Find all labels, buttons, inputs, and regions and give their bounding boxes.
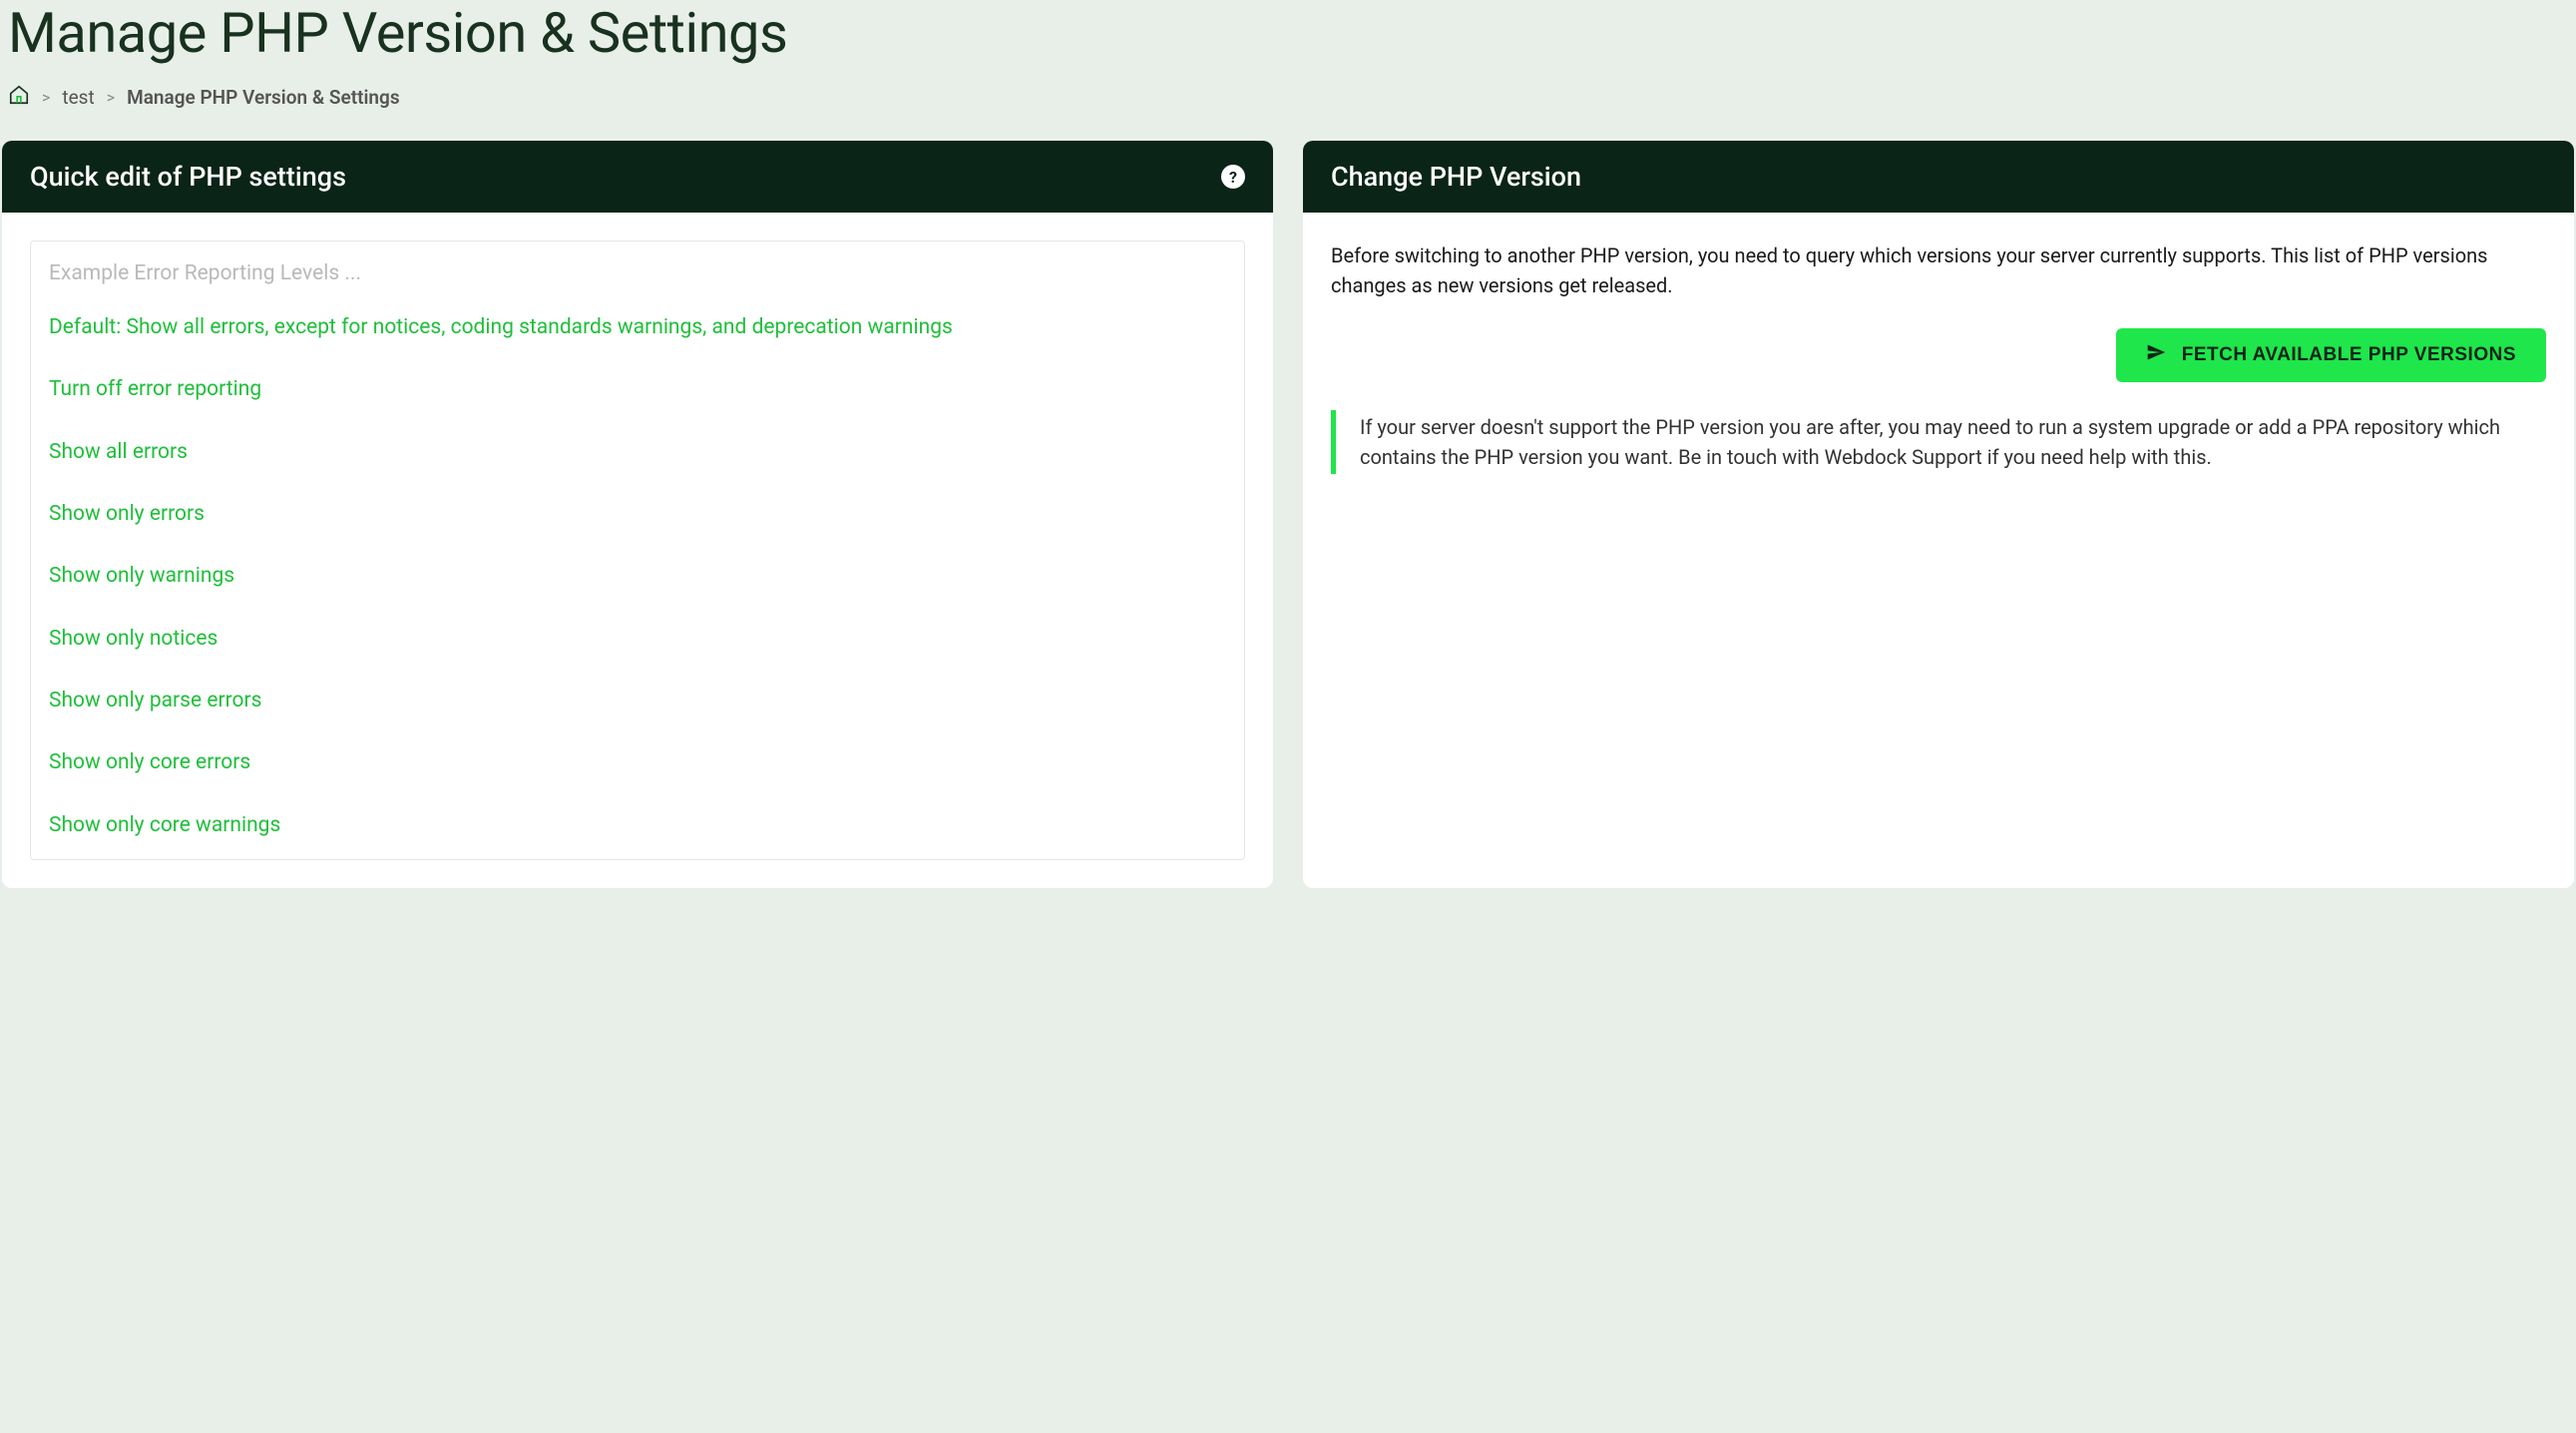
error-levels-heading: Example Error Reporting Levels ... (49, 261, 1226, 285)
breadcrumb-separator: > (107, 88, 115, 107)
change-version-panel: Change PHP Version Before switching to a… (1303, 141, 2574, 888)
breadcrumb-link-test[interactable]: test (62, 86, 94, 109)
help-icon[interactable]: ? (1221, 165, 1245, 189)
quick-edit-panel: Quick edit of PHP settings ? Example Err… (2, 141, 1273, 888)
fetch-versions-label: FETCH AVAILABLE PHP VERSIONS (2182, 344, 2516, 366)
change-version-header: Change PHP Version (1303, 141, 2574, 213)
send-icon (2146, 342, 2166, 368)
change-version-body: Before switching to another PHP version,… (1303, 213, 2574, 502)
quick-edit-body: Example Error Reporting Levels ... Defau… (2, 213, 1273, 888)
error-level-item[interactable]: Turn off error reporting (49, 375, 1226, 403)
change-version-intro: Before switching to another PHP version,… (1331, 240, 2546, 300)
breadcrumb-separator: > (42, 88, 50, 107)
quick-edit-title: Quick edit of PHP settings (30, 161, 346, 193)
home-icon[interactable] (8, 84, 30, 111)
error-level-item[interactable]: Show only warnings (49, 562, 1226, 590)
fetch-versions-button[interactable]: FETCH AVAILABLE PHP VERSIONS (2116, 328, 2546, 382)
change-version-title: Change PHP Version (1331, 161, 1581, 193)
error-levels-list: Default: Show all errors, except for not… (49, 313, 1226, 839)
error-level-item[interactable]: Default: Show all errors, except for not… (49, 313, 1226, 341)
error-level-item[interactable]: Show only core warnings (49, 811, 1226, 839)
error-level-item[interactable]: Show only notices (49, 625, 1226, 653)
error-level-item[interactable]: Show all errors (49, 438, 1226, 466)
error-level-item[interactable]: Show only core errors (49, 748, 1226, 776)
page-title: Manage PHP Version & Settings (0, 0, 2576, 84)
error-level-item[interactable]: Show only parse errors (49, 687, 1226, 715)
error-level-item[interactable]: Show only errors (49, 500, 1226, 528)
quick-edit-header: Quick edit of PHP settings ? (2, 141, 1273, 213)
error-levels-box: Example Error Reporting Levels ... Defau… (30, 240, 1245, 860)
breadcrumb: > test > Manage PHP Version & Settings (0, 84, 2576, 141)
version-note: If your server doesn't support the PHP v… (1331, 410, 2546, 474)
breadcrumb-current: Manage PHP Version & Settings (127, 86, 400, 109)
